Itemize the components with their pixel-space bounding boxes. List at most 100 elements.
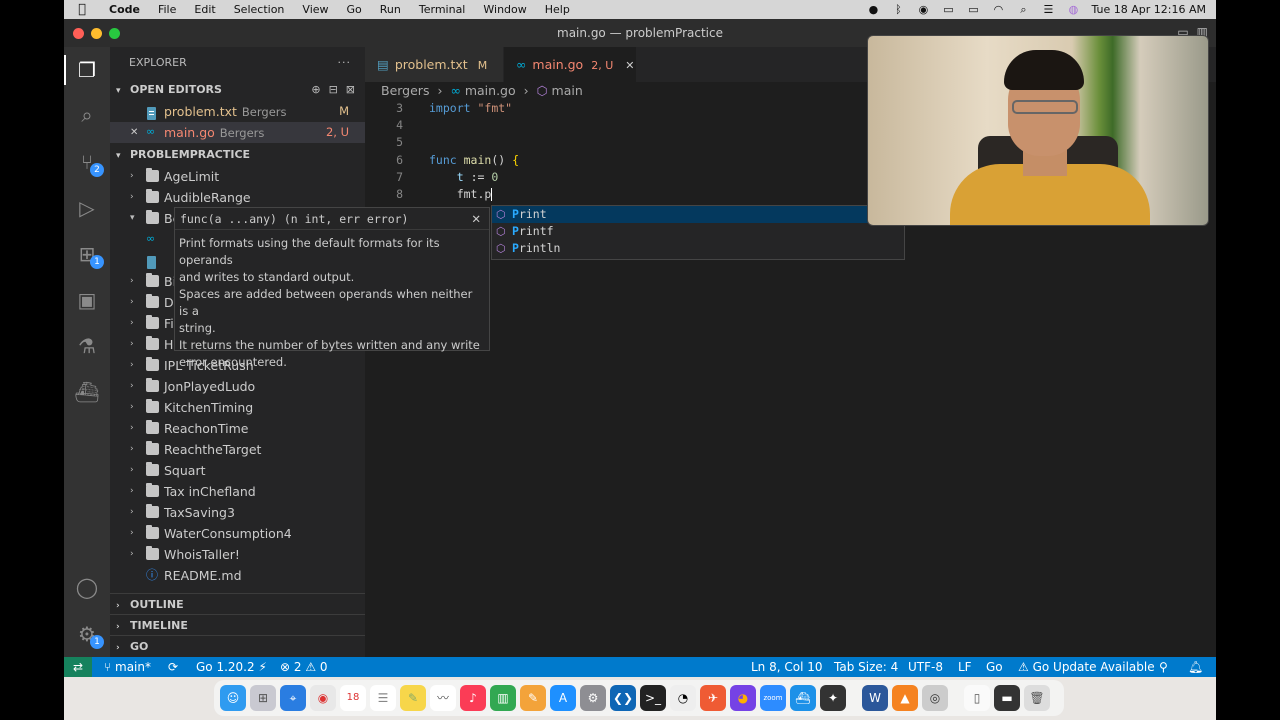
open-editor-problem-txt[interactable]: problem.txt Bergers M xyxy=(110,101,365,122)
remote-explorer-icon[interactable]: ▣ xyxy=(74,287,100,313)
battery-icon[interactable]: ▭ xyxy=(966,3,980,16)
suggestion-item[interactable]: ⬡ Println xyxy=(492,240,904,257)
explorer-more-icon[interactable]: ··· xyxy=(338,47,352,79)
folder-row[interactable]: › ReachonTime xyxy=(110,418,365,439)
sync-icon[interactable]: ⟳ xyxy=(168,657,178,677)
close-icon[interactable]: ✕ xyxy=(130,122,138,143)
folder-row[interactable]: › Squart xyxy=(110,460,365,481)
file-readme[interactable]: ⓘ README.md xyxy=(110,565,365,586)
screen-mirror-icon[interactable]: ▭ xyxy=(941,3,955,16)
docker-app-icon[interactable]: ⛴ xyxy=(790,685,816,711)
end-of-line[interactable]: LF xyxy=(958,657,972,677)
apple-menu-icon[interactable]:  xyxy=(64,2,100,17)
chrome-icon[interactable]: ◉ xyxy=(310,685,336,711)
menu-code[interactable]: Code xyxy=(100,3,149,16)
run-debug-icon[interactable]: ▷ xyxy=(74,195,100,221)
menu-help[interactable]: Help xyxy=(536,3,579,16)
folder-row[interactable]: › TaxSaving3 xyxy=(110,502,365,523)
reminders-icon[interactable]: ☰ xyxy=(370,685,396,711)
accounts-icon[interactable]: ◯ xyxy=(74,574,100,600)
feedback-icon[interactable]: ⚲ xyxy=(1159,657,1168,677)
language-mode[interactable]: Go xyxy=(986,657,1003,677)
bluetooth-icon[interactable]: ᛒ xyxy=(891,3,905,16)
suggestion-item[interactable]: ⬡ Printf xyxy=(492,223,904,240)
notifications-bell-icon[interactable]: 🔔︎ xyxy=(1188,657,1203,677)
breadcrumb-symbol[interactable]: main xyxy=(552,83,583,98)
folder-row[interactable]: › Tax inChefland xyxy=(110,481,365,502)
menubar-clock[interactable]: Tue 18 Apr 12:16 AM xyxy=(1091,3,1206,16)
document-stack-icon[interactable]: ▯ xyxy=(964,685,990,711)
music-icon[interactable]: ♪ xyxy=(460,685,486,711)
testing-icon[interactable]: ⚗ xyxy=(74,333,100,359)
folder-row[interactable]: › ReachtheTarget xyxy=(110,439,365,460)
folder-row[interactable]: › AudibleRange xyxy=(110,187,365,208)
breadcrumb-folder[interactable]: Bergers xyxy=(381,83,429,98)
app-store-icon[interactable]: A xyxy=(550,685,576,711)
menu-window[interactable]: Window xyxy=(474,3,535,16)
breadcrumb-file[interactable]: main.go xyxy=(465,83,516,98)
user-icon[interactable]: ◉ xyxy=(916,3,930,16)
wifi-icon[interactable]: ◠ xyxy=(991,3,1005,16)
terminal-icon[interactable]: >_ xyxy=(640,685,666,711)
siri-icon[interactable]: ◍ xyxy=(1066,3,1080,16)
calendar-icon[interactable]: 18 xyxy=(340,685,366,711)
trash-icon[interactable]: 🗑︎ xyxy=(1024,685,1050,711)
close-icon[interactable]: ✕ xyxy=(471,208,481,230)
menu-selection[interactable]: Selection xyxy=(225,3,294,16)
timeline-header[interactable]: › TIMELINE xyxy=(110,614,365,636)
firefox-icon[interactable]: ◕ xyxy=(730,685,756,711)
open-editors-header[interactable]: ▾ OPEN EDITORS ⊕ ⊟ ⊠ xyxy=(110,79,365,101)
postman-icon[interactable]: ✈ xyxy=(700,685,726,711)
word-icon[interactable]: W xyxy=(862,685,888,711)
pages-icon[interactable]: ✎ xyxy=(520,685,546,711)
menu-view[interactable]: View xyxy=(293,3,337,16)
new-untitled-file-icon[interactable]: ⊕ xyxy=(311,79,320,101)
menu-file[interactable]: File xyxy=(149,3,185,16)
launchpad-icon[interactable]: ⊞ xyxy=(250,685,276,711)
problems-status[interactable]: ⊗ 2 ⚠ 0 xyxy=(280,657,328,677)
remote-indicator-icon[interactable]: ⇄ xyxy=(64,657,92,677)
github-icon[interactable]: ◔ xyxy=(670,685,696,711)
menu-go[interactable]: Go xyxy=(338,3,371,16)
source-control-icon[interactable]: ⑂ 2 xyxy=(74,149,104,177)
encoding[interactable]: UTF-8 xyxy=(908,657,943,677)
search-icon[interactable]: ⌕ xyxy=(74,102,100,128)
manage-gear-icon[interactable]: ⚙ 1 xyxy=(74,621,104,649)
folder-row[interactable]: › WaterConsumption4 xyxy=(110,523,365,544)
downloads-stack-icon[interactable]: ▬ xyxy=(994,685,1020,711)
finder-icon[interactable]: ☺ xyxy=(220,685,246,711)
system-settings-icon[interactable]: ⚙ xyxy=(580,685,606,711)
save-all-icon[interactable]: ⊟ xyxy=(329,79,338,101)
go-update-status[interactable]: ⚠ Go Update Available xyxy=(1018,657,1155,677)
tab-main-go[interactable]: ∞ main.go 2, U ✕ xyxy=(504,47,636,82)
spotlight-icon[interactable]: ⌕ xyxy=(1016,3,1030,17)
menu-terminal[interactable]: Terminal xyxy=(410,3,475,16)
go-version-status[interactable]: Go 1.20.2 ⚡ xyxy=(196,657,267,677)
menu-run[interactable]: Run xyxy=(371,3,410,16)
vlc-icon[interactable]: ▲ xyxy=(892,685,918,711)
branch-status[interactable]: ⑂ main* xyxy=(104,657,151,677)
outline-header[interactable]: › OUTLINE xyxy=(110,593,365,615)
project-header[interactable]: ▾ PROBLEMPRACTICE xyxy=(110,144,365,166)
notes-icon[interactable]: ✎ xyxy=(400,685,426,711)
docker-icon[interactable]: ⛴ xyxy=(74,379,100,405)
close-all-icon[interactable]: ⊠ xyxy=(346,79,355,101)
suggestion-item[interactable]: ⬡ Print xyxy=(492,206,904,223)
numbers-icon[interactable]: ▥ xyxy=(490,685,516,711)
folder-row[interactable]: › JonPlayedLudo xyxy=(110,376,365,397)
screen-capture-icon[interactable]: ◎ xyxy=(922,685,948,711)
davinci-resolve-icon[interactable]: ✦ xyxy=(820,685,846,711)
control-center-icon[interactable]: ☰ xyxy=(1041,3,1055,16)
go-header[interactable]: › GO xyxy=(110,635,365,657)
record-icon[interactable]: ● xyxy=(866,3,880,16)
cursor-position[interactable]: Ln 8, Col 10 xyxy=(751,657,823,677)
folder-row[interactable]: › KitchenTiming xyxy=(110,397,365,418)
tab-problem-txt[interactable]: ▤ problem.txt M xyxy=(365,47,503,82)
close-tab-icon[interactable]: ✕ xyxy=(625,59,634,72)
extensions-icon[interactable]: ⊞ 1 xyxy=(74,241,104,269)
open-editor-main-go[interactable]: ✕ ∞ main.go Bergers 2, U xyxy=(110,122,365,143)
freeform-icon[interactable]: 〰 xyxy=(430,685,456,711)
tab-size[interactable]: Tab Size: 4 xyxy=(834,657,898,677)
vscode-icon[interactable]: ❮❯ xyxy=(610,685,636,711)
folder-row[interactable]: › AgeLimit xyxy=(110,166,365,187)
